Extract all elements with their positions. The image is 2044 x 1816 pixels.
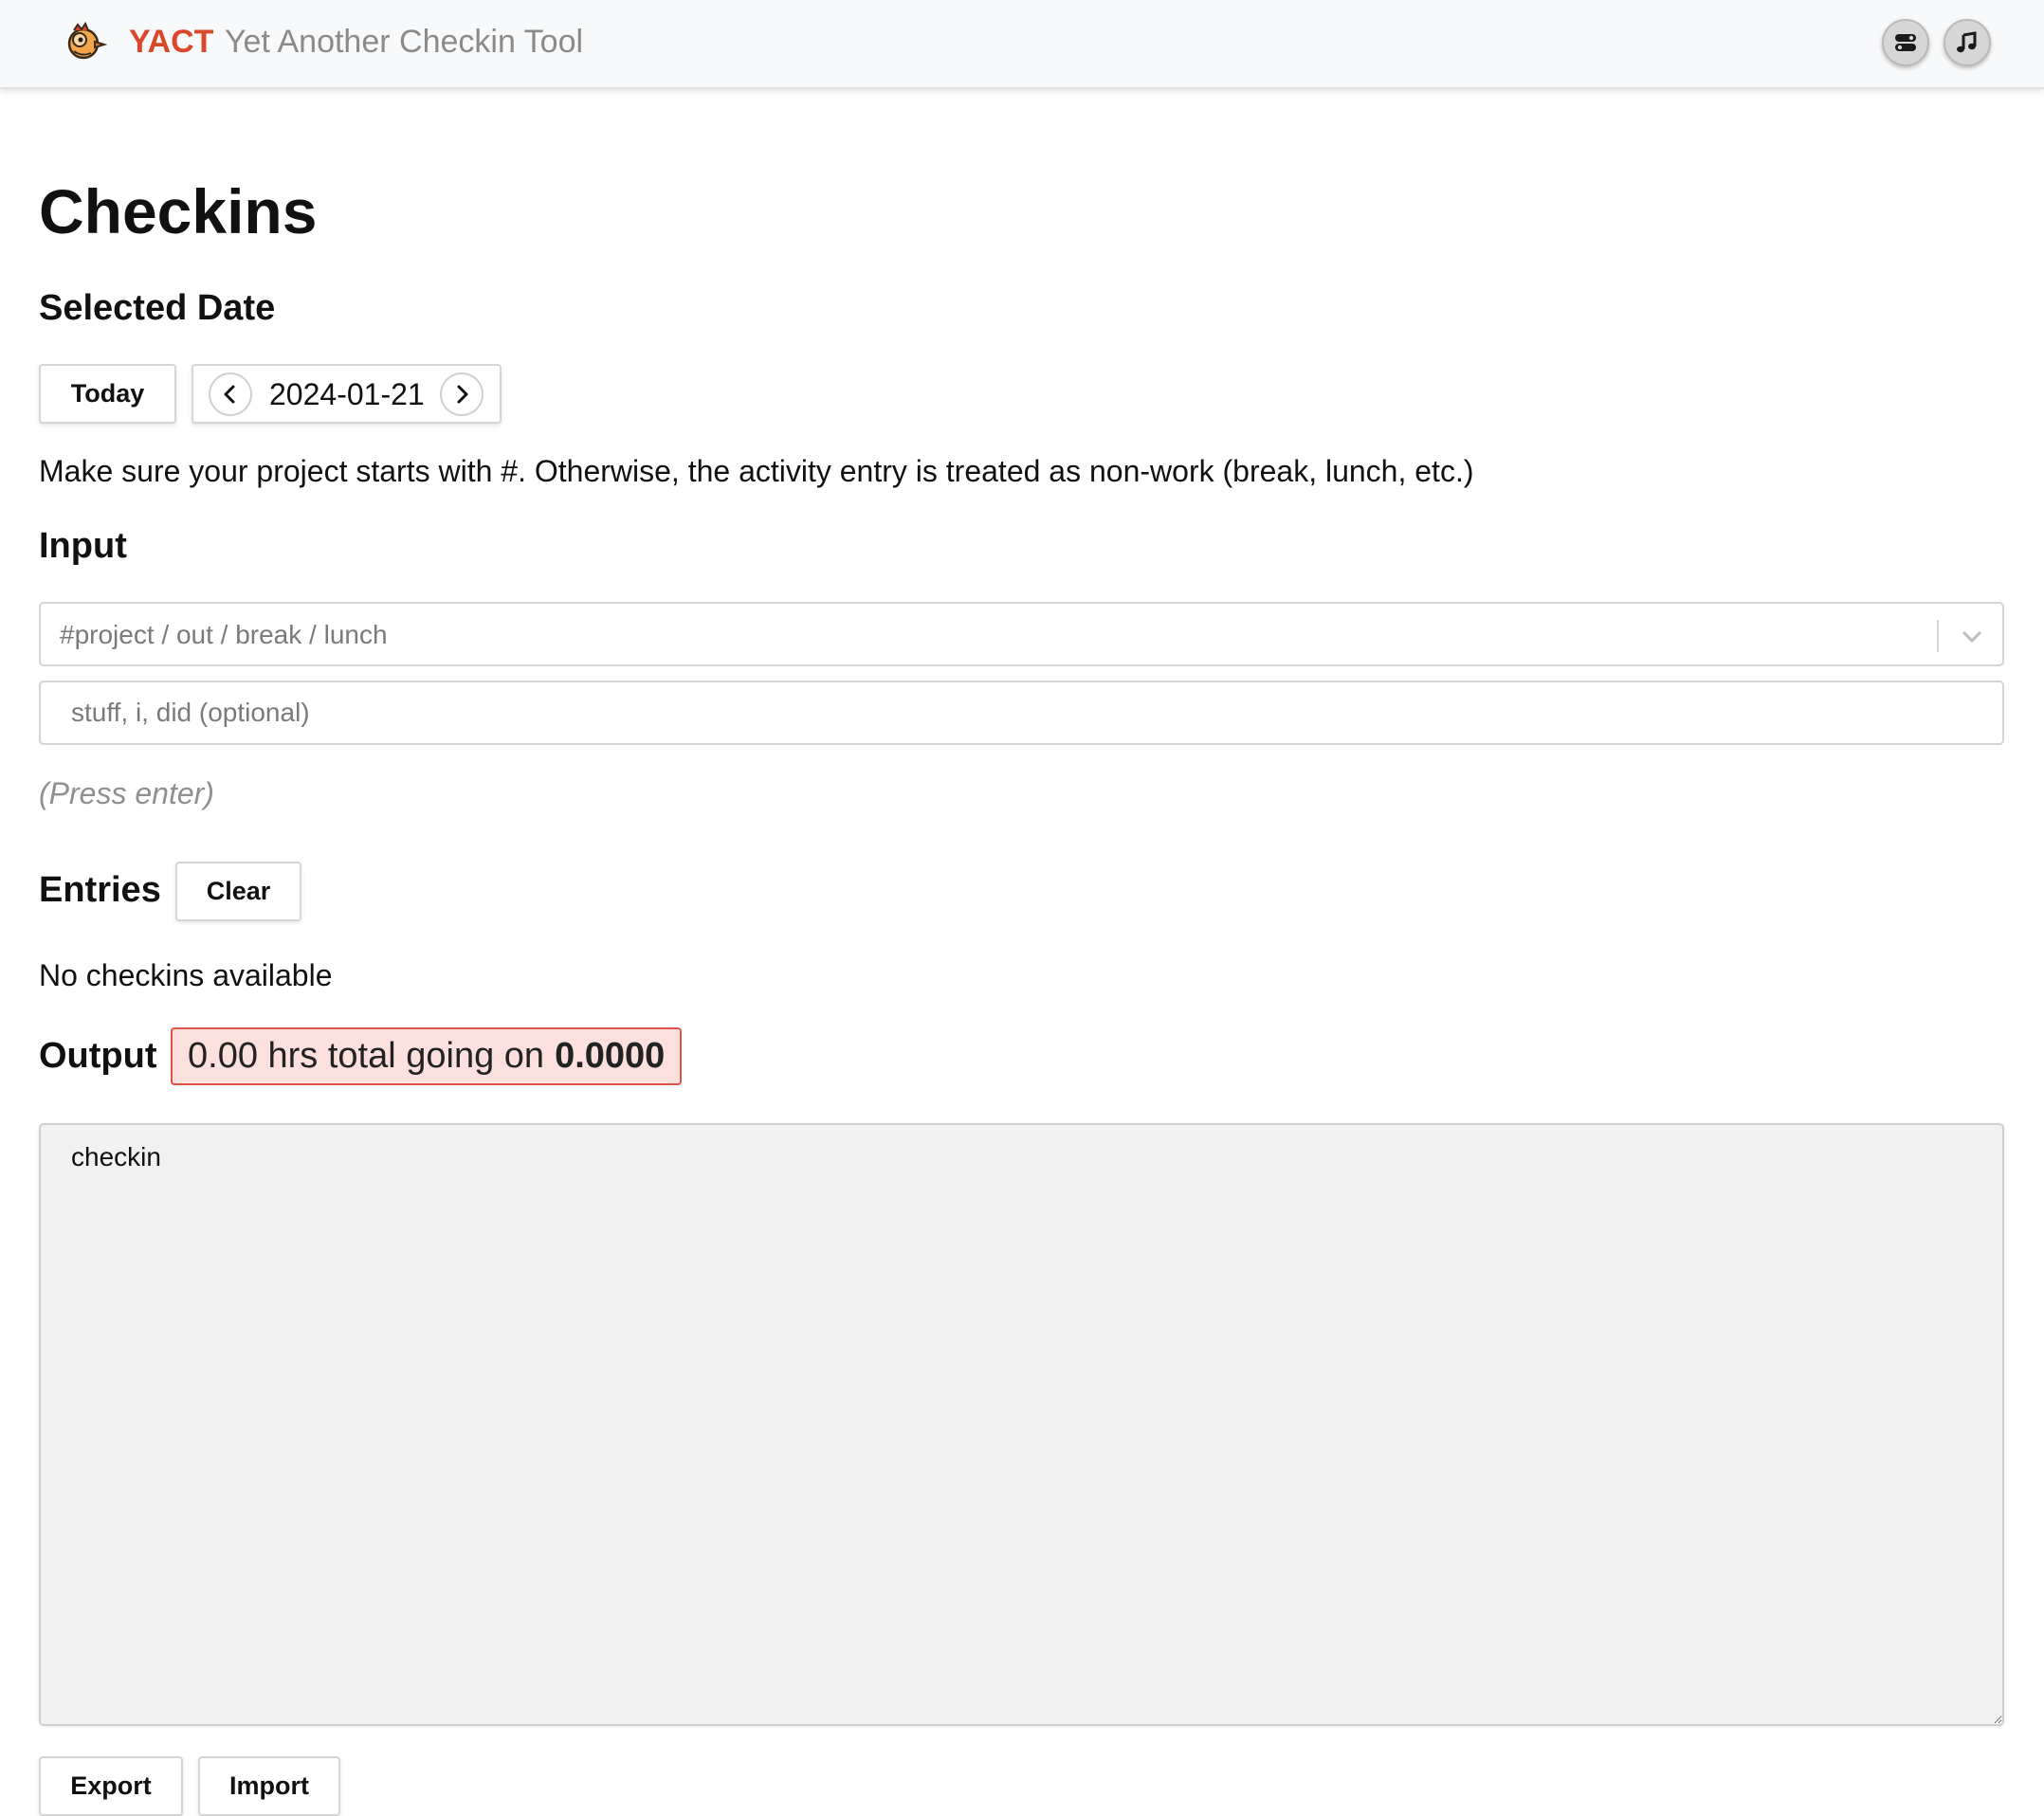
project-select[interactable]: #project / out / break / lunch [39,602,2004,666]
export-button[interactable]: Export [39,1756,183,1816]
chevron-right-icon [457,385,468,404]
app-tagline: Yet Another Checkin Tool [225,24,584,60]
chevron-down-icon[interactable] [1958,623,1986,651]
description-input[interactable] [39,681,2004,745]
total-hours-value: 0.0000 [555,1036,666,1076]
entries-heading: Entries [39,870,161,910]
output-textarea[interactable] [39,1123,2004,1726]
music-note-icon [1957,31,1977,53]
select-separator [1937,620,1939,652]
previous-day-button[interactable] [209,372,252,416]
music-button[interactable] [1944,19,1991,66]
total-hours-text: 0.00 hrs total going on [188,1036,545,1076]
app-name[interactable]: YACT [129,22,213,62]
project-select-placeholder: #project / out / break / lunch [60,620,388,649]
settings-toggle-button[interactable] [1882,19,1929,66]
selected-date-value: 2024-01-21 [269,377,425,411]
toggle-settings-icon [1895,34,1916,51]
output-heading: Output [39,1036,157,1076]
import-button[interactable]: Import [198,1756,340,1816]
chevron-left-icon [224,385,235,404]
project-info-text: Make sure your project starts with #. Ot… [39,454,1474,488]
input-heading: Input [39,526,127,566]
next-day-button[interactable] [440,372,484,416]
press-enter-hint: (Press enter) [39,776,214,810]
top-navbar: YACT Yet Another Checkin Tool [0,0,2044,89]
selected-date-heading: Selected Date [39,288,276,328]
page-title: Checkins [39,176,318,246]
total-hours-badge: 0.00 hrs total going on 0.0000 [171,1027,683,1085]
clear-button[interactable]: Clear [175,862,301,921]
bird-logo-icon [67,21,108,60]
date-navigator: 2024-01-21 [192,364,502,424]
today-button[interactable]: Today [39,364,176,424]
empty-entries-message: No checkins available [39,958,333,992]
